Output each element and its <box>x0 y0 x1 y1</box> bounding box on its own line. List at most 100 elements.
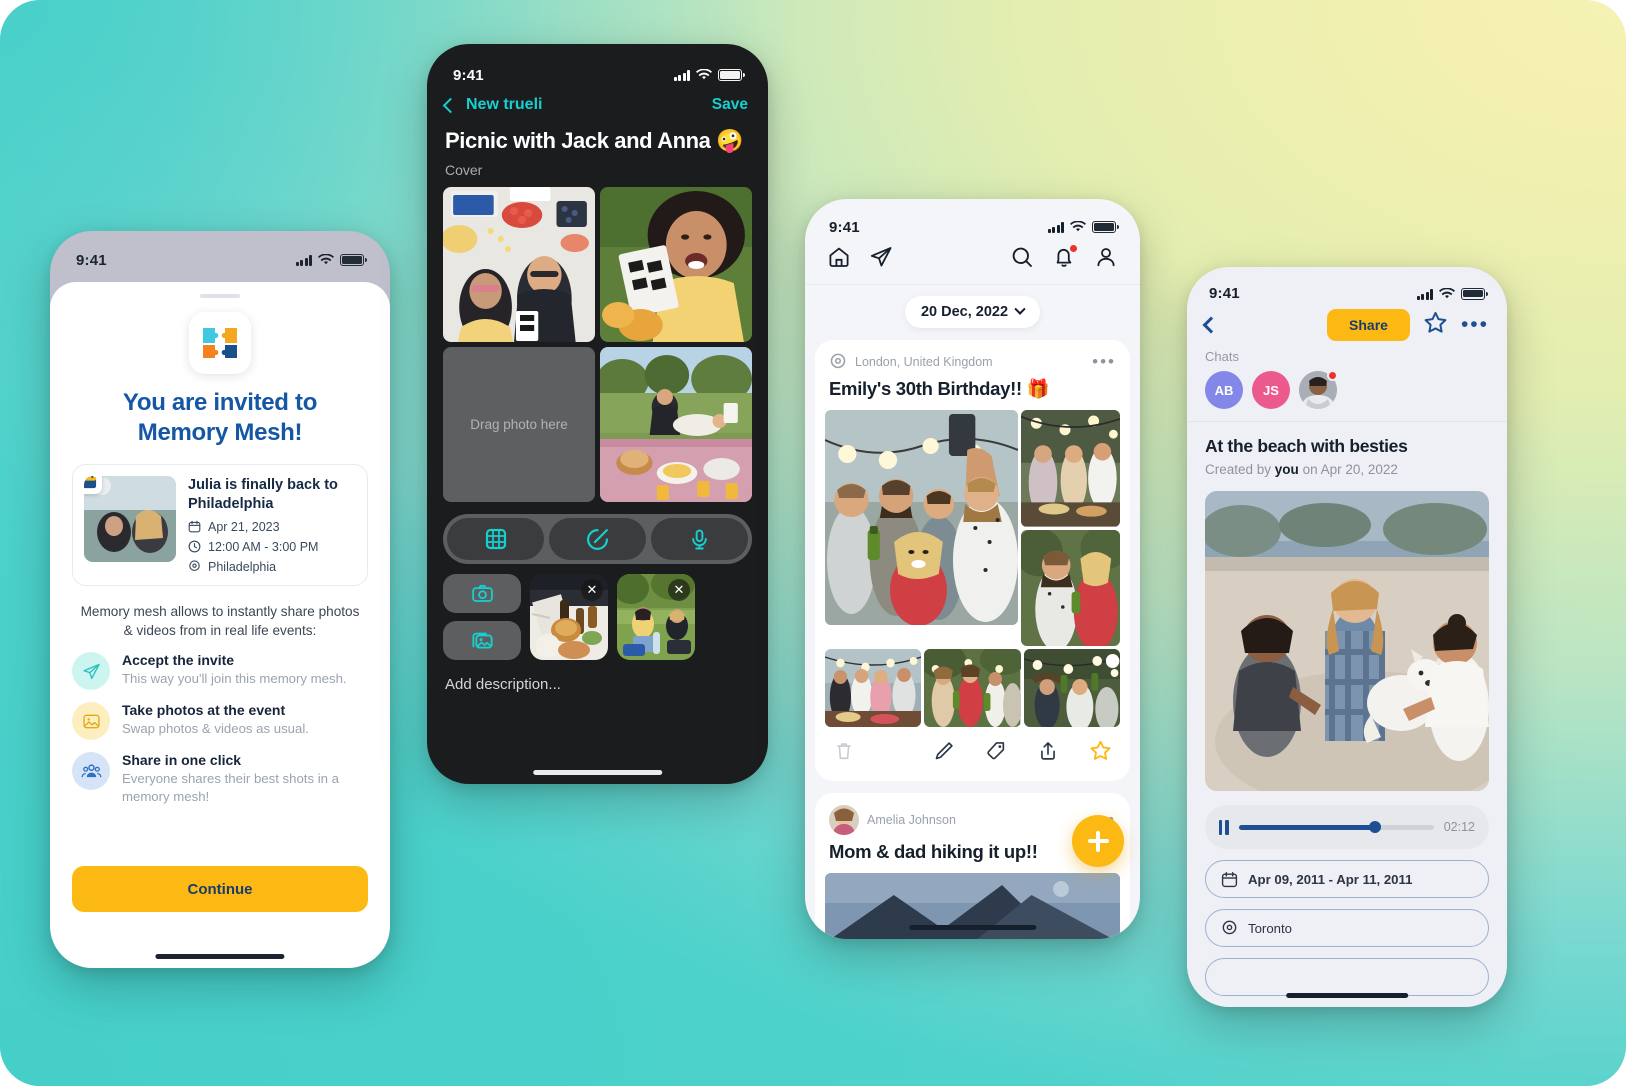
description-input[interactable]: Add description... <box>445 676 750 693</box>
post-photo-grid <box>815 410 1130 647</box>
participant-chip[interactable]: AB <box>1205 371 1243 409</box>
add-button[interactable] <box>1072 815 1124 867</box>
chats-label: Chats <box>1205 349 1239 364</box>
feature-title: Accept the invite <box>122 652 235 669</box>
calendar-icon <box>84 476 96 488</box>
post-location: London, United Kingdom <box>855 355 993 369</box>
sheet-grabber[interactable] <box>200 294 240 298</box>
share-icon[interactable] <box>1037 740 1059 767</box>
event-thumbnail <box>84 476 176 562</box>
edit-icon[interactable] <box>933 740 955 767</box>
attached-photo-1[interactable]: ✕ <box>530 574 608 660</box>
unread-badge <box>1327 370 1338 381</box>
star-icon-glyph <box>1090 740 1111 760</box>
participant-chip-photo[interactable] <box>1299 370 1338 409</box>
party-group-photo <box>825 410 1019 625</box>
star-icon[interactable] <box>1089 739 1112 767</box>
wifi-icon <box>318 254 334 265</box>
date-filter-value: 20 Dec, 2022 <box>920 304 1009 320</box>
remove-photo-button[interactable]: ✕ <box>668 579 690 601</box>
location-field[interactable]: Toronto <box>1205 909 1489 947</box>
page-title-line1: You are invited to <box>122 389 318 416</box>
chevron-down-icon <box>1014 303 1026 315</box>
composer-title[interactable]: Picnic with Jack and Anna 🤪 <box>427 114 768 154</box>
send-icon-glyph <box>870 247 892 267</box>
post-photo-row-3[interactable] <box>1023 649 1120 728</box>
star-icon[interactable] <box>1423 310 1448 340</box>
post-photo-row <box>815 646 1130 728</box>
image-icon-glyph <box>82 714 100 729</box>
send-icon <box>72 652 110 691</box>
cover-photo-1[interactable] <box>443 187 595 342</box>
share-icon-glyph <box>1041 741 1055 760</box>
date-filter-dropdown[interactable]: 20 Dec, 2022 <box>904 296 1041 328</box>
calendar-icon <box>188 520 201 533</box>
party-photo-4 <box>825 649 922 728</box>
wifi-icon <box>1439 287 1455 298</box>
feature-desc: This way you'll join this memory mesh. <box>122 671 347 687</box>
media-player: 02:12 <box>1205 805 1489 849</box>
dropzone-label: Drag photo here <box>470 416 568 432</box>
cover-photo-2[interactable] <box>600 187 752 342</box>
sticker-icon[interactable] <box>549 518 646 560</box>
picnic-couple-photo <box>443 187 595 342</box>
feature-accept-invite: Accept the invite This way you'll join t… <box>72 652 368 691</box>
cellular-signal-icon <box>673 70 690 81</box>
overflow-menu-button[interactable]: ••• <box>1461 313 1489 337</box>
post-photo-row-2[interactable] <box>924 649 1021 728</box>
share-button[interactable]: Share <box>1327 309 1410 341</box>
date-range-field[interactable]: Apr 09, 2011 - Apr 11, 2011 <box>1205 860 1489 898</box>
camera-icon[interactable] <box>443 574 521 613</box>
date-range-value: Apr 09, 2011 - Apr 11, 2011 <box>1248 871 1413 887</box>
gallery-icon[interactable] <box>443 621 521 660</box>
pause-icon[interactable] <box>1219 819 1229 835</box>
photo-dropzone[interactable]: Drag photo here <box>443 347 595 502</box>
post-photo-row-1[interactable] <box>825 649 922 728</box>
trash-icon-glyph <box>837 742 851 759</box>
page-title-line2: Memory Mesh! <box>137 419 303 446</box>
save-button[interactable]: Save <box>712 96 748 114</box>
phone-invite-screen: 9:41 You are invited to Memory Mesh! Jul… <box>50 231 390 968</box>
status-time: 9:41 <box>829 218 860 236</box>
tag-icon[interactable] <box>985 740 1007 767</box>
memory-created-by: Created by you on Apr 20, 2022 <box>1187 457 1507 477</box>
memory-title: At the beach with besties <box>1205 436 1408 456</box>
grid-icon[interactable] <box>447 518 544 560</box>
attachment-row: ✕ ✕ <box>443 574 752 660</box>
profile-icon[interactable] <box>1094 245 1118 274</box>
detail-navbar: Share ••• <box>1187 307 1507 341</box>
post-actions <box>815 727 1130 781</box>
status-bar: 9:41 <box>50 231 390 275</box>
picnic-group-photo <box>600 347 752 502</box>
status-bar: 9:41 <box>805 199 1140 241</box>
post-photo-side-2[interactable] <box>1021 529 1120 647</box>
post-photo-side-1[interactable] <box>1021 410 1120 527</box>
attached-photo-2[interactable]: ✕ <box>617 574 695 660</box>
bell-icon[interactable] <box>1052 245 1077 274</box>
battery-icon <box>718 69 745 81</box>
star-icon-glyph <box>1424 311 1447 333</box>
post-menu-button[interactable]: ••• <box>1092 352 1116 372</box>
progress-knob[interactable] <box>1369 821 1382 833</box>
back-button[interactable] <box>1202 316 1220 334</box>
microphone-icon[interactable] <box>651 518 748 560</box>
progress-slider[interactable] <box>1238 821 1434 833</box>
post-photo-main[interactable] <box>825 410 1019 625</box>
page-title: You are invited to Memory Mesh! <box>72 388 368 448</box>
camera-icon-glyph <box>471 584 493 602</box>
search-icon[interactable] <box>1010 245 1034 274</box>
memory-photo[interactable] <box>1205 491 1489 791</box>
invite-description: Memory mesh allows to instantly share ph… <box>80 603 360 638</box>
back-button[interactable]: New trueli <box>442 96 542 114</box>
continue-button[interactable]: Continue <box>72 866 368 912</box>
send-icon[interactable] <box>869 245 893 274</box>
home-icon[interactable] <box>827 245 851 274</box>
event-card[interactable]: Julia is finally back to Philadelphia Ap… <box>72 464 368 586</box>
status-bar: 9:41 <box>1187 267 1507 307</box>
cover-photo-3[interactable] <box>600 347 752 502</box>
remove-photo-button[interactable]: ✕ <box>581 579 603 601</box>
extra-field[interactable] <box>1205 958 1489 996</box>
participant-chip[interactable]: JS <box>1252 371 1290 409</box>
trash-icon[interactable] <box>833 740 855 767</box>
chevron-left-icon <box>442 97 459 113</box>
